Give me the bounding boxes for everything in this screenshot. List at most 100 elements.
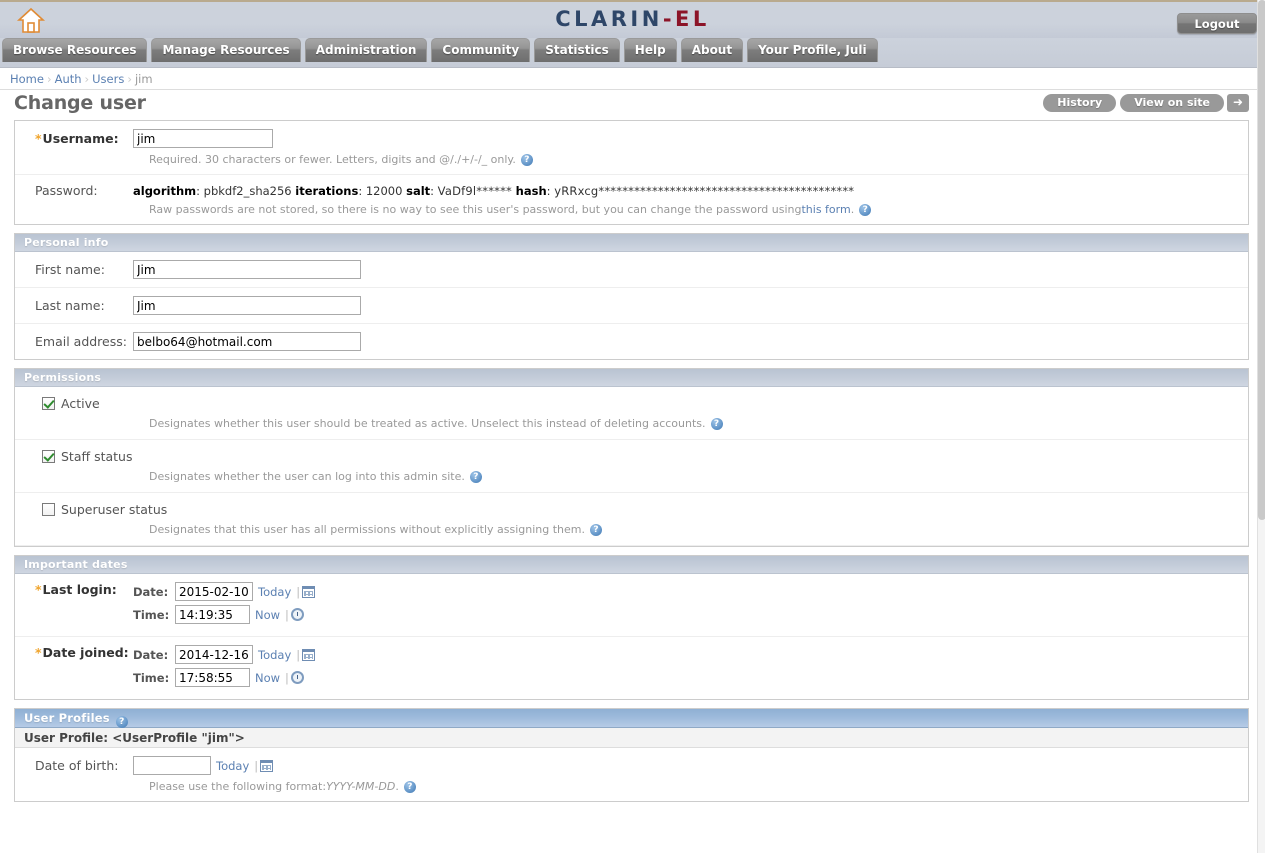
date-label: Date:: [133, 584, 169, 599]
date-label: Date:: [133, 647, 169, 662]
breadcrumb: Home › Auth › Users › jim: [0, 68, 1265, 90]
breadcrumb-separator: ›: [46, 72, 52, 86]
date-of-birth-row: Date of birth: Today | Please use the fo…: [15, 748, 1248, 801]
personal-info-row: Email address:: [15, 324, 1248, 359]
superuser-status-label: Superuser status: [61, 502, 168, 517]
question-mark-icon[interactable]: ?: [403, 780, 416, 793]
last-login-label: *Last login:: [35, 582, 117, 597]
active-help: Designates whether this user should be t…: [149, 417, 1248, 430]
site-logo: CLARIN-EL: [0, 7, 1265, 31]
nav-item-your-profile-juli[interactable]: Your Profile, Juli: [747, 38, 878, 62]
change-password-link[interactable]: this form: [801, 203, 850, 216]
question-mark-icon[interactable]: ?: [590, 523, 602, 536]
object-tools: History View on site ➜: [1039, 94, 1249, 112]
question-mark-icon[interactable]: ?: [710, 417, 723, 430]
date-joined-time-input[interactable]: [175, 668, 250, 687]
email-address-input[interactable]: [133, 332, 361, 351]
clock-icon[interactable]: [290, 608, 304, 621]
nav-item-community[interactable]: Community: [431, 38, 531, 62]
last-login-date-input[interactable]: [175, 582, 253, 601]
view-on-site-button[interactable]: View on site: [1120, 94, 1224, 112]
calendar-icon[interactable]: [302, 648, 316, 661]
username-row: *Username: Required. 30 characters or fe…: [15, 121, 1248, 175]
breadcrumb-separator: ›: [127, 72, 132, 86]
history-button[interactable]: History: [1043, 94, 1117, 112]
permission-row: Active Designates whether this user shoul…: [15, 387, 1248, 440]
active-label: Active: [61, 396, 100, 411]
page-title: Change user: [14, 92, 146, 114]
time-label: Time:: [133, 607, 170, 622]
superuser-status-checkbox[interactable]: [42, 503, 55, 516]
date-joined-label: *Date joined:: [35, 645, 129, 660]
question-mark-icon[interactable]: ?: [469, 470, 482, 483]
page-header: Change user History View on site ➜: [0, 90, 1265, 120]
nav-item-administration[interactable]: Administration: [304, 38, 428, 62]
password-help: Raw passwords are not stored, so there i…: [149, 203, 1248, 216]
first-name-label: First name:: [35, 262, 105, 277]
separator: |: [285, 670, 289, 685]
last-login-today-link[interactable]: Today: [253, 585, 296, 599]
brand-secondary: -EL: [662, 7, 710, 31]
nav-item-help[interactable]: Help: [623, 38, 677, 62]
date-of-birth-input[interactable]: [133, 756, 211, 775]
credentials-module: *Username: Required. 30 characters or fe…: [14, 120, 1249, 225]
calendar-icon[interactable]: [302, 585, 316, 598]
separator: |: [296, 647, 301, 662]
staff-status-label: Staff status: [61, 449, 133, 464]
important-dates-module: Important dates *Last login:Date:Today|T…: [14, 555, 1249, 700]
user-profile-inline-title: User Profile: <UserProfile "jim">: [15, 728, 1248, 748]
date-of-birth-help: Please use the following format: YYYY-MM…: [149, 780, 1248, 793]
question-mark-icon[interactable]: ?: [520, 153, 533, 166]
date-joined-today-link[interactable]: Today: [253, 648, 296, 662]
personal-info-row: First name:: [15, 252, 1248, 288]
breadcrumb-link-home[interactable]: Home: [10, 72, 44, 86]
password-row: Password: algorithm: pbkdf2_sha256 itera…: [15, 175, 1248, 224]
separator: |: [285, 607, 289, 622]
vertical-scrollbar[interactable]: [1257, 0, 1265, 853]
important-dates-heading: Important dates: [15, 556, 1248, 574]
nav-item-browse-resources[interactable]: Browse Resources: [2, 38, 148, 62]
separator: |: [254, 758, 259, 773]
date-joined-now-link[interactable]: Now: [250, 671, 285, 685]
nav-item-about[interactable]: About: [680, 38, 744, 62]
active-checkbox[interactable]: [42, 397, 55, 410]
breadcrumb-current: jim: [134, 72, 153, 86]
permission-row: Staff status Designates whether the user …: [15, 440, 1248, 493]
permission-row: Superuser status Designates that this use…: [15, 493, 1248, 546]
superuser-status-help: Designates that this user has all permis…: [149, 523, 1248, 536]
calendar-icon[interactable]: [260, 759, 274, 772]
user-profiles-module: User Profiles? User Profile: <UserProfil…: [14, 708, 1249, 802]
nav-item-manage-resources[interactable]: Manage Resources: [151, 38, 301, 62]
clock-icon[interactable]: [290, 671, 304, 684]
last-login-now-link[interactable]: Now: [250, 608, 285, 622]
breadcrumb-link-users[interactable]: Users: [92, 72, 124, 86]
username-input[interactable]: [133, 129, 273, 148]
first-name-input[interactable]: [133, 260, 361, 279]
staff-status-checkbox[interactable]: [42, 450, 55, 463]
nav-item-statistics[interactable]: Statistics: [534, 38, 620, 62]
user-profiles-heading: User Profiles?: [15, 709, 1248, 728]
last-login-time-input[interactable]: [175, 605, 250, 624]
personal-info-row: Last name:: [15, 288, 1248, 324]
username-help: Required. 30 characters or fewer. Letter…: [149, 153, 1248, 166]
dob-today-link[interactable]: Today: [211, 759, 254, 773]
last-name-input[interactable]: [133, 296, 361, 315]
email-address-label: Email address:: [35, 334, 127, 349]
required-star-icon: *: [35, 582, 42, 597]
date-of-birth-label: Date of birth:: [35, 758, 119, 773]
permissions-module: Permissions Active Designates whether thi…: [14, 368, 1249, 547]
required-star-icon: *: [35, 131, 42, 146]
date-joined-date-input[interactable]: [175, 645, 253, 664]
staff-status-help: Designates whether the user can log into…: [149, 470, 1248, 483]
arrow-right-icon[interactable]: ➜: [1227, 94, 1249, 112]
brand-primary: CLARIN: [555, 7, 663, 31]
breadcrumb-link-auth[interactable]: Auth: [55, 72, 82, 86]
question-mark-icon[interactable]: ?: [859, 203, 872, 216]
time-label: Time:: [133, 670, 170, 685]
question-mark-icon[interactable]: ?: [115, 716, 128, 728]
required-star-icon: *: [35, 645, 42, 660]
scrollbar-thumb[interactable]: [1258, 0, 1265, 520]
password-hash-value: algorithm: pbkdf2_sha256 iterations: 120…: [133, 183, 855, 198]
logout-button[interactable]: Logout: [1177, 13, 1257, 34]
important-date-row: *Last login:Date:Today|Time:Now|: [15, 574, 1248, 637]
